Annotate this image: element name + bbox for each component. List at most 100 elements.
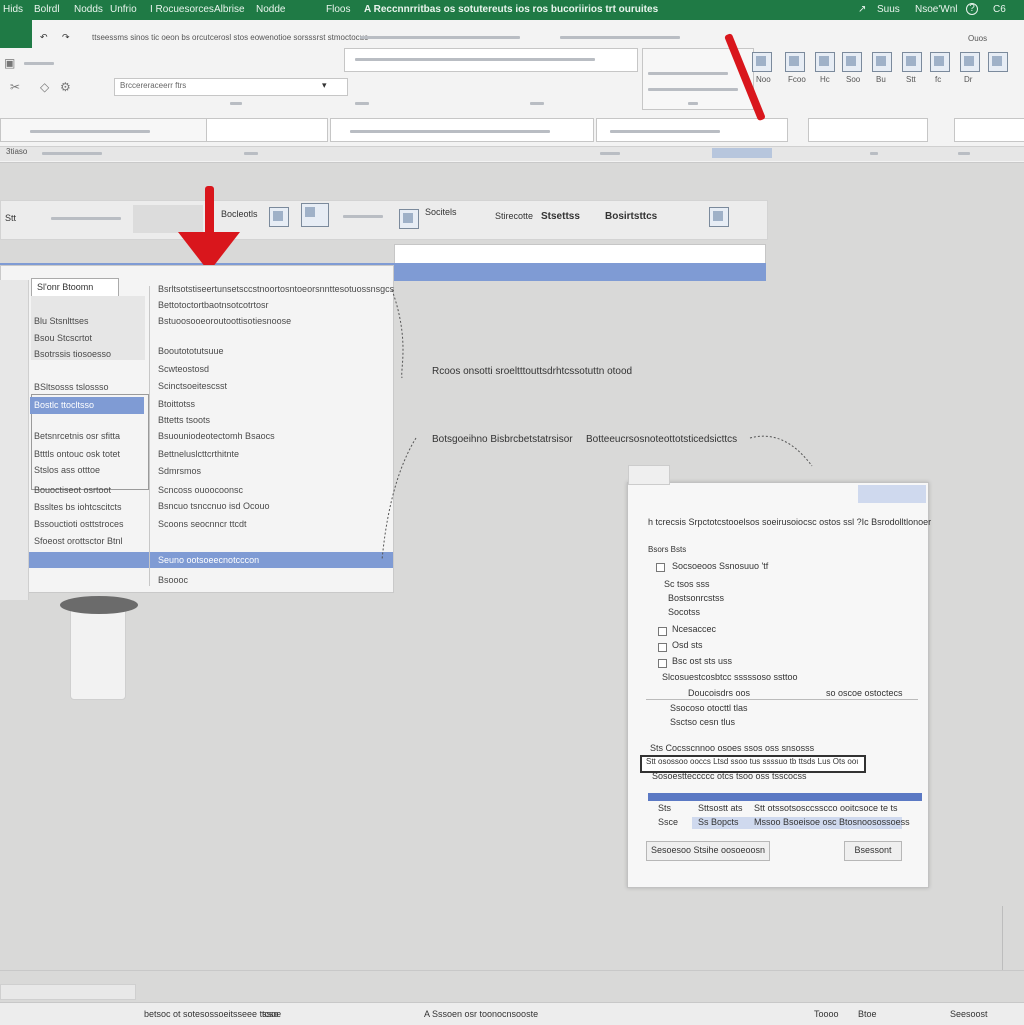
tab-page-layout[interactable]: Unfrio xyxy=(110,4,137,15)
format-painter-icon[interactable]: ⚙ xyxy=(60,80,71,94)
help-icon[interactable]: ? xyxy=(966,3,978,15)
list-item[interactable]: Stslos ass otttoe xyxy=(30,462,100,479)
editing-icon[interactable] xyxy=(988,52,1008,72)
sheet-scroll-area[interactable] xyxy=(0,984,136,1000)
tab-file[interactable]: Hids xyxy=(3,4,23,15)
list-item[interactable]: Scinctsoeitescsst xyxy=(154,378,227,395)
list-item-selected[interactable]: Seuno ootsoeecnotcccon xyxy=(154,552,259,569)
view-layout-button[interactable]: Btoe xyxy=(858,1009,877,1019)
tab-formulas[interactable]: I Rocuesorces xyxy=(150,4,214,15)
ribbon-row1-text: ttseessms sinos tic oeon bs orcutcerosl … xyxy=(92,33,369,42)
sheet-tab[interactable]: betsoc ot sotesossoeitsseee tssoe xyxy=(144,1009,281,1019)
settings-icon[interactable] xyxy=(709,207,729,227)
chart-icon[interactable] xyxy=(399,209,419,229)
cells-icon[interactable] xyxy=(960,52,980,72)
inner-header-item: Socitels xyxy=(425,207,457,217)
tab-review[interactable]: Nodde xyxy=(256,4,285,15)
list-item[interactable]: Scncoss ouoocoonsc xyxy=(154,482,243,499)
list-item[interactable]: Bttetts tsoots xyxy=(154,412,210,429)
list-item[interactable]: Bettotoctortbaotnsotcotrtosr xyxy=(154,297,269,314)
user-name[interactable]: Nsoe'Wnl xyxy=(915,4,957,15)
search-button[interactable]: Suus xyxy=(877,4,900,15)
inner-header-item: Bocleotls xyxy=(221,209,258,219)
list-item[interactable]: Bsncuo tsnccnuo isd Ocouo xyxy=(154,498,270,515)
inner-header-item: Stirecotte xyxy=(495,211,534,221)
ribbon-button-label: Bu xyxy=(876,75,886,84)
tab-insert[interactable]: Nodds xyxy=(74,4,103,15)
list-item[interactable]: BSltsosss tslossso xyxy=(30,379,109,396)
column-right-label: so oscoe ostoctecs xyxy=(826,688,903,698)
vertical-scrollbar[interactable] xyxy=(1002,906,1024,970)
list-item[interactable]: Blu Stsnlttses xyxy=(30,313,89,330)
ribbon-button-label: Noo xyxy=(756,75,771,84)
redo-icon[interactable]: ↷ xyxy=(62,32,70,43)
dialog-tab[interactable] xyxy=(628,465,670,485)
format-icon[interactable] xyxy=(902,52,922,72)
share-button[interactable]: ↗ xyxy=(858,4,866,15)
cut-icon[interactable]: ✂ xyxy=(10,80,20,94)
list-item[interactable]: Sdmrsmos xyxy=(154,463,201,480)
list-item[interactable]: Scoons seocnncr ttcdt xyxy=(154,516,247,533)
title-bar: Hids Bolrdl Nodds Unfrio I Rocuesorces A… xyxy=(0,0,1024,20)
ribbon: ↶ ↷ ttseessms sinos tic oeon bs orcutcer… xyxy=(0,20,1024,163)
list-item[interactable]: Bssltes bs iohtcscitcts xyxy=(30,499,122,516)
option-checkbox[interactable] xyxy=(658,659,667,668)
chevron-down-icon[interactable]: ▾ xyxy=(322,80,327,91)
ribbon-button-label: Stt xyxy=(906,75,916,84)
tab-data[interactable]: Albrise xyxy=(214,4,245,15)
inner-tab[interactable] xyxy=(133,205,203,233)
list-item[interactable]: Bsoooc xyxy=(154,572,188,589)
cylinder-top xyxy=(60,596,138,614)
row-label: Ssctso cesn tlus xyxy=(670,717,736,727)
list-item[interactable]: Bettneluslcttcrthitnte xyxy=(154,446,239,463)
option-checkbox[interactable] xyxy=(656,563,665,572)
sheet-bottom-border xyxy=(0,970,1024,971)
list-item[interactable]: Bsotrssis tiosoesso xyxy=(30,346,111,363)
search-input[interactable] xyxy=(808,118,928,142)
tab-home[interactable]: Bolrdl xyxy=(34,4,60,15)
style-icon[interactable] xyxy=(930,52,950,72)
formula-function-box[interactable] xyxy=(206,118,328,142)
zoom-level[interactable]: Seesoost xyxy=(950,1009,988,1019)
sort-icon[interactable] xyxy=(872,52,892,72)
option-checkbox[interactable] xyxy=(658,643,667,652)
list-item[interactable]: Sfoeost orottsctor Btnl xyxy=(30,533,123,550)
list-item[interactable]: Booutototutsuue xyxy=(154,343,224,360)
list-header: Sts Cocsscnnoo osoes ssos oss snsosss xyxy=(650,743,815,753)
table-icon[interactable] xyxy=(752,52,772,72)
cancel-button[interactable]: Bsessont xyxy=(844,841,902,861)
status-bar: betsoc ot sotesossoeitsseee tssoe tcso A… xyxy=(0,1002,1024,1025)
document-title: A Reccnnrritbas os sotutereuts ios ros b… xyxy=(364,4,659,15)
list-item[interactable]: Bsrltsotstiseertunsetsccstnoortosntoeors… xyxy=(154,281,394,298)
home-tab-active[interactable] xyxy=(0,20,32,48)
selected-column-header[interactable] xyxy=(712,148,772,158)
list-item[interactable]: Scwteostosd xyxy=(154,361,209,378)
list-item[interactable]: Bssouctioti osttstroces xyxy=(30,516,124,533)
zoom-box[interactable] xyxy=(954,118,1024,142)
pivot-icon[interactable] xyxy=(815,52,835,72)
list-item-selected[interactable]: Bostlc ttocltsso xyxy=(30,397,144,414)
list-item[interactable]: Bouoctiseot osrtoot xyxy=(30,482,111,499)
view-normal-button[interactable]: Toooo xyxy=(814,1009,839,1019)
dialog-section: Bsors Bsts xyxy=(648,545,687,554)
undo-icon[interactable]: ↶ xyxy=(40,32,48,43)
tab-view[interactable]: Floos xyxy=(326,4,350,15)
chart-icon[interactable] xyxy=(785,52,805,72)
paste-icon[interactable]: ▣ xyxy=(4,56,15,70)
list-item[interactable]: Btttls ontouc osk totet xyxy=(30,446,120,463)
filter-icon[interactable] xyxy=(842,52,862,72)
copy-icon[interactable]: ◇ xyxy=(40,80,49,94)
list-item[interactable]: Bstuoosooeoroutoottisotiesnoose xyxy=(154,313,291,330)
grid-icon[interactable] xyxy=(301,203,329,227)
list-item[interactable]: Btoittotss xyxy=(154,396,195,413)
list-item[interactable]: Bsuouniodeotectomh Bsaocs xyxy=(154,428,275,445)
grid-cell: Ssce xyxy=(658,817,679,827)
table-icon[interactable] xyxy=(269,207,289,227)
dialog-close-area[interactable] xyxy=(858,485,926,503)
list-item[interactable]: Betsnrcetnis osr sfitta xyxy=(30,428,120,445)
window-controls[interactable]: C6 xyxy=(993,4,1006,15)
grid-header-bar xyxy=(648,793,922,801)
option-checkbox[interactable] xyxy=(658,627,667,636)
list-item[interactable]: Bsou Stcscrtot xyxy=(30,330,92,347)
ok-button[interactable]: Sesoesoo Stsihe oosoeoosn xyxy=(646,841,770,861)
